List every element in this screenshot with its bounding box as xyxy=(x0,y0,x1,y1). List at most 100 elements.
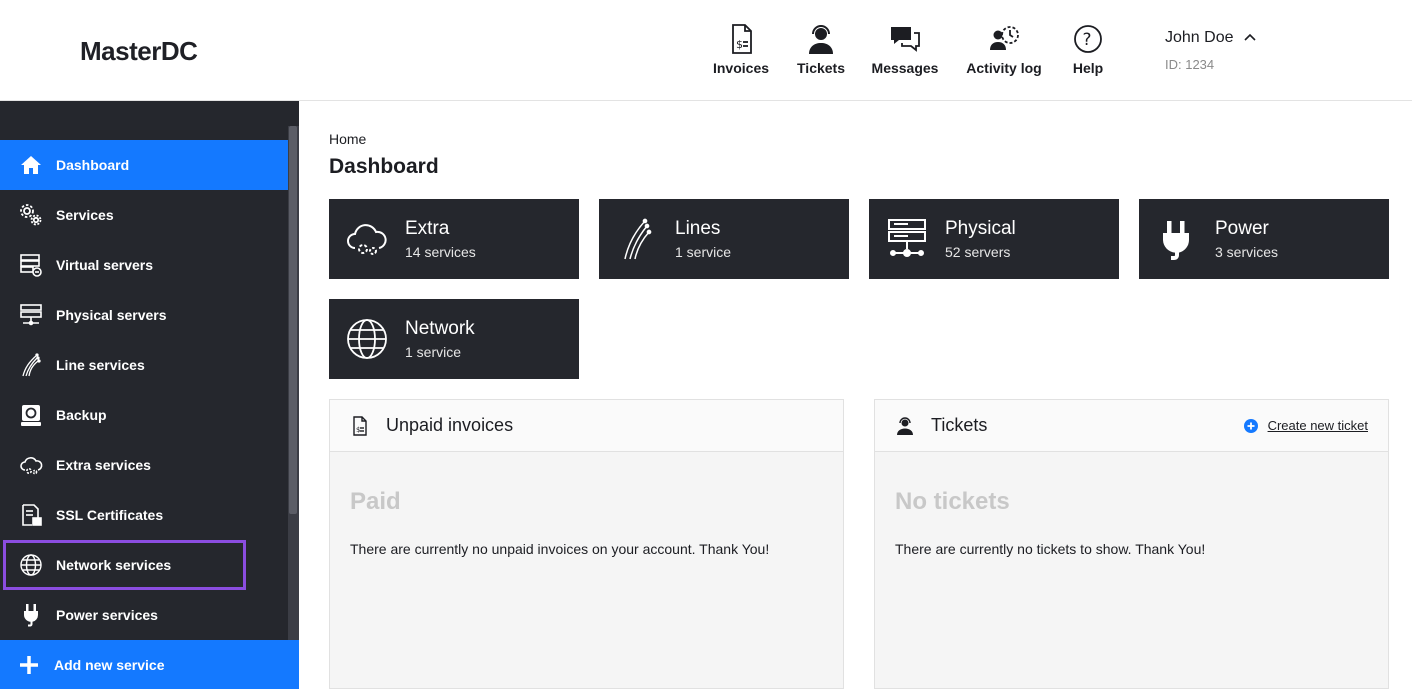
svg-text:$: $ xyxy=(736,38,743,51)
sidebar: Dashboard Services Virtual servers Physi… xyxy=(0,101,299,689)
sidebar-item-label: Dashboard xyxy=(56,157,130,173)
sidebar-item-label: Virtual servers xyxy=(56,257,154,273)
invoice-icon: $ xyxy=(732,24,752,54)
sidebar-item-label: Power services xyxy=(56,607,158,623)
sidebar-item-power-services[interactable]: Power services xyxy=(0,590,288,640)
virtual-server-icon xyxy=(19,253,43,277)
logo[interactable]: MasterDC xyxy=(80,36,198,67)
activity-log-icon xyxy=(990,26,1019,50)
tile-text: Power 3 services xyxy=(1215,218,1278,260)
gears-icon xyxy=(19,203,43,227)
top-header: MasterDC $ Invoices Tickets Messages Act… xyxy=(0,0,1412,101)
tile-name: Power xyxy=(1215,218,1269,239)
home-icon xyxy=(19,153,43,177)
sidebar-item-services[interactable]: Services xyxy=(0,190,288,240)
tile-count: 52 servers xyxy=(945,244,1011,260)
panel-message: There are currently no unpaid invoices o… xyxy=(350,541,770,557)
nav-activity-log[interactable]: Activity log xyxy=(950,22,1058,76)
page-title: Dashboard xyxy=(329,155,439,178)
sidebar-item-virtual-servers[interactable]: Virtual servers xyxy=(0,240,288,290)
tile-text: Physical 52 servers xyxy=(945,218,1016,260)
top-nav: $ Invoices Tickets Messages Activity log… xyxy=(700,22,1118,76)
panel-title: Tickets xyxy=(931,415,988,435)
certificate-icon xyxy=(19,503,43,527)
main-content: Home Dashboard Extra 14 services Lines 1… xyxy=(299,101,1412,689)
fiber-icon xyxy=(615,217,659,261)
sidebar-item-dashboard[interactable]: Dashboard xyxy=(0,140,288,190)
breadcrumb[interactable]: Home xyxy=(329,131,366,147)
tile-count: 1 service xyxy=(405,344,462,360)
help-icon: ? xyxy=(1074,25,1102,53)
sidebar-item-line-services[interactable]: Line services xyxy=(0,340,288,390)
tile-power[interactable]: Power 3 services xyxy=(1139,199,1389,279)
tile-text: Lines 1 service xyxy=(675,218,731,260)
sidebar-item-backup[interactable]: Backup xyxy=(0,390,288,440)
nav-messages-label: Messages xyxy=(871,60,939,76)
fiber-icon xyxy=(19,353,43,377)
globe-icon xyxy=(345,317,389,361)
plug-icon xyxy=(1155,217,1199,261)
nav-messages[interactable]: Messages xyxy=(860,22,950,76)
physical-server-icon xyxy=(19,303,43,327)
physical-server-icon xyxy=(885,217,929,261)
backup-icon xyxy=(19,403,43,427)
nav-tickets-label: Tickets xyxy=(797,60,845,76)
plus-circle-icon xyxy=(1243,418,1258,433)
tile-name: Lines xyxy=(675,218,721,239)
sidebar-item-label: Services xyxy=(56,207,114,223)
globe-icon xyxy=(19,553,43,577)
tile-text: Network 1 service xyxy=(405,318,475,360)
tile-network[interactable]: Network 1 service xyxy=(329,299,579,379)
plug-icon xyxy=(19,603,43,627)
support-agent-icon xyxy=(897,416,913,435)
nav-tickets[interactable]: Tickets xyxy=(782,22,860,76)
sidebar-item-label: Backup xyxy=(56,407,107,423)
tile-physical[interactable]: Physical 52 servers xyxy=(869,199,1119,279)
unpaid-invoices-panel: $ Unpaid invoices Paid There are current… xyxy=(329,399,844,689)
panel-state: No tickets xyxy=(895,488,1010,515)
nav-invoices-label: Invoices xyxy=(712,60,770,76)
tickets-panel: Tickets Create new ticket No tickets The… xyxy=(874,399,1389,689)
create-new-ticket-link[interactable]: Create new ticket xyxy=(1243,418,1368,433)
tile-name: Network xyxy=(405,318,475,339)
plus-icon xyxy=(20,655,38,674)
chat-icon xyxy=(891,27,920,52)
support-agent-icon xyxy=(809,25,833,54)
tile-count: 1 service xyxy=(675,244,732,260)
nav-help-label: Help xyxy=(1072,60,1104,76)
tile-count: 3 services xyxy=(1215,244,1279,260)
sidebar-item-label: Network services xyxy=(56,557,172,573)
tile-count: 14 services xyxy=(405,244,476,260)
chevron-up-icon xyxy=(1243,33,1256,41)
sidebar-item-network-services[interactable]: Network services xyxy=(3,540,246,590)
sidebar-item-label: Line services xyxy=(56,357,145,373)
cloud-gear-icon xyxy=(345,217,389,261)
sidebar-item-label: Extra services xyxy=(56,457,151,473)
panel-state: Paid xyxy=(350,488,401,515)
panel-title: Unpaid invoices xyxy=(386,415,514,435)
add-new-service-button[interactable]: Add new service xyxy=(0,640,299,689)
user-menu[interactable]: John Doe ID: 1234 xyxy=(1165,29,1256,72)
svg-text:?: ? xyxy=(1083,30,1092,50)
sidebar-item-label: Physical servers xyxy=(56,307,167,323)
invoice-icon: $ xyxy=(353,415,367,436)
add-new-service-label: Add new service xyxy=(54,656,165,673)
nav-invoices[interactable]: $ Invoices xyxy=(700,22,782,76)
tile-name: Physical xyxy=(945,218,1016,239)
sidebar-scrollbar[interactable] xyxy=(288,126,299,689)
user-name-toggle[interactable]: John Doe xyxy=(1165,29,1256,47)
panel-header: $ Unpaid invoices xyxy=(330,400,843,452)
sidebar-item-extra-services[interactable]: Extra services xyxy=(0,440,288,490)
cloud-gear-icon xyxy=(19,453,43,477)
sidebar-scroll-thumb[interactable] xyxy=(289,126,297,514)
tile-lines[interactable]: Lines 1 service xyxy=(599,199,849,279)
tile-name: Extra xyxy=(405,218,450,239)
nav-activity-log-label: Activity log xyxy=(966,60,1042,76)
sidebar-item-physical-servers[interactable]: Physical servers xyxy=(0,290,288,340)
user-name: John Doe xyxy=(1165,29,1234,46)
nav-help[interactable]: ? Help xyxy=(1058,22,1118,76)
tile-text: Extra 14 services xyxy=(405,218,476,260)
sidebar-item-ssl-certificates[interactable]: SSL Certificates xyxy=(0,490,288,540)
sidebar-item-label: SSL Certificates xyxy=(56,507,164,523)
tile-extra[interactable]: Extra 14 services xyxy=(329,199,579,279)
